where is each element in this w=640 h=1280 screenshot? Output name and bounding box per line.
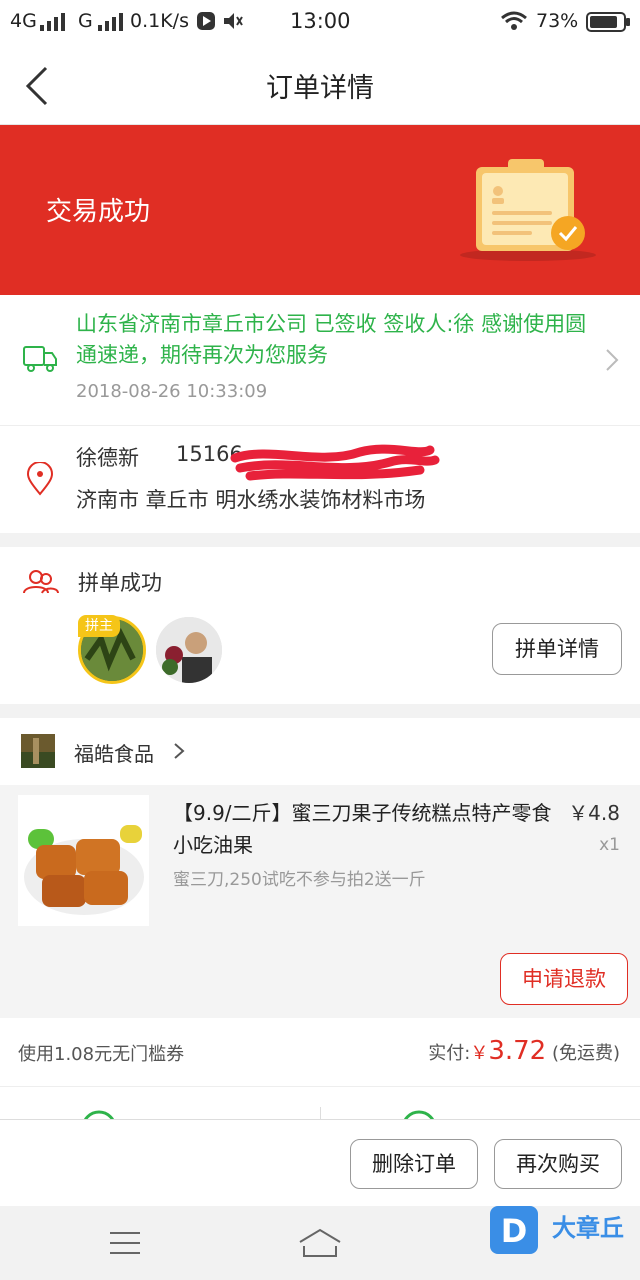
product-price: ￥4.8: [568, 801, 620, 825]
redaction-scribble: [230, 444, 440, 481]
shop-name: 福皓食品: [74, 742, 154, 766]
network-speed: 0.1K/s: [130, 10, 189, 32]
watermark-logo: D: [490, 1206, 538, 1254]
host-badge: 拼主: [78, 615, 120, 637]
avatar-member-image: [156, 617, 222, 683]
logistics-message: 山东省济南市章丘市公司 已签收 签收人:徐 感谢使用圆通速递，期待再次为您服务: [76, 312, 587, 367]
paid-currency: ￥: [470, 1043, 489, 1064]
shop-header[interactable]: 福皓食品: [0, 718, 640, 785]
refund-button[interactable]: 申请退款: [500, 953, 628, 1005]
product-qty: x1: [599, 835, 620, 855]
signal-label-2: G: [78, 10, 93, 32]
battery-percent: 73%: [536, 10, 579, 32]
group-title: 拼单成功: [78, 571, 162, 595]
clock: 13:00: [290, 9, 351, 33]
paid-summary: 实付:￥3.72 (免运费): [428, 1036, 620, 1066]
location-pin-icon: [26, 462, 54, 496]
page-title: 订单详情: [266, 73, 374, 104]
delivery-truck-icon: [23, 346, 57, 372]
status-bar: 4G G 0.1K/s 13:00 73%: [0, 0, 640, 48]
nav-bar: 订单详情: [0, 48, 640, 125]
coupon-text: 使用1.08元无门槛券: [18, 1044, 185, 1065]
group-users-icon: [23, 570, 59, 594]
paid-amount: 3.72: [488, 1036, 547, 1066]
signal-label: 4G: [10, 10, 37, 32]
signal-bars-2-icon: [98, 13, 123, 31]
service-left-icon: [83, 1110, 115, 1119]
svg-text:D: D: [501, 1212, 528, 1250]
system-nav-bar: D 大章丘: [0, 1206, 640, 1280]
shop-logo: [21, 734, 55, 768]
bottom-action-bar: 删除订单 再次购买: [0, 1119, 640, 1207]
group-detail-button[interactable]: 拼单详情: [492, 623, 622, 675]
product-image: [18, 795, 149, 926]
product-spec: 蜜三刀,250试吃不参与拍2送一斤: [173, 870, 426, 890]
menu-icon[interactable]: [108, 1230, 142, 1256]
logistics-time: 2018-08-26 10:33:09: [76, 381, 268, 402]
rebuy-button[interactable]: 再次购买: [494, 1139, 622, 1189]
paid-label: 实付:: [428, 1043, 471, 1064]
service-divider: [320, 1107, 321, 1119]
service-right-icon: [403, 1110, 435, 1119]
product-photo: [18, 795, 149, 926]
wifi-icon: [501, 11, 527, 30]
chevron-right-icon: [606, 349, 619, 371]
signal-bars-icon: [40, 13, 65, 31]
home-icon[interactable]: [298, 1228, 342, 1258]
shipping-note: (免运费): [551, 1043, 620, 1064]
logistics-section[interactable]: 山东省济南市章丘市公司 已签收 签收人:徐 感谢使用圆通速递，期待再次为您服务 …: [0, 295, 640, 426]
battery-icon: [586, 12, 630, 32]
group-section: 拼单成功 拼主 拼单详情: [0, 547, 640, 704]
service-row: [0, 1087, 640, 1119]
clipboard-check-icon: [460, 159, 596, 261]
status-banner: 交易成功: [0, 125, 640, 295]
recipient-name: 徐德新: [76, 446, 139, 470]
avatar-member: [156, 617, 222, 683]
payment-row: 使用1.08元无门槛券 实付:￥3.72 (免运费): [0, 1018, 640, 1087]
watermark-text: 大章丘: [552, 1214, 624, 1242]
order-status: 交易成功: [46, 197, 151, 227]
shop-chevron-icon: [174, 743, 185, 759]
product-item[interactable]: 【9.9/二斤】蜜三刀果子传统糕点特产零食小吃油果 ￥4.8 x1 蜜三刀,25…: [0, 785, 640, 1018]
speaker-icon: [224, 13, 243, 29]
media-icon: [197, 12, 215, 30]
product-title: 【9.9/二斤】蜜三刀果子传统糕点特产零食小吃油果: [173, 801, 552, 857]
address-section: 徐德新 15166 济南市 章丘市 明水绣水装饰材料市场: [0, 426, 640, 533]
delete-order-button[interactable]: 删除订单: [350, 1139, 478, 1189]
address-line: 济南市 章丘市 明水绣水装饰材料市场: [76, 488, 426, 512]
